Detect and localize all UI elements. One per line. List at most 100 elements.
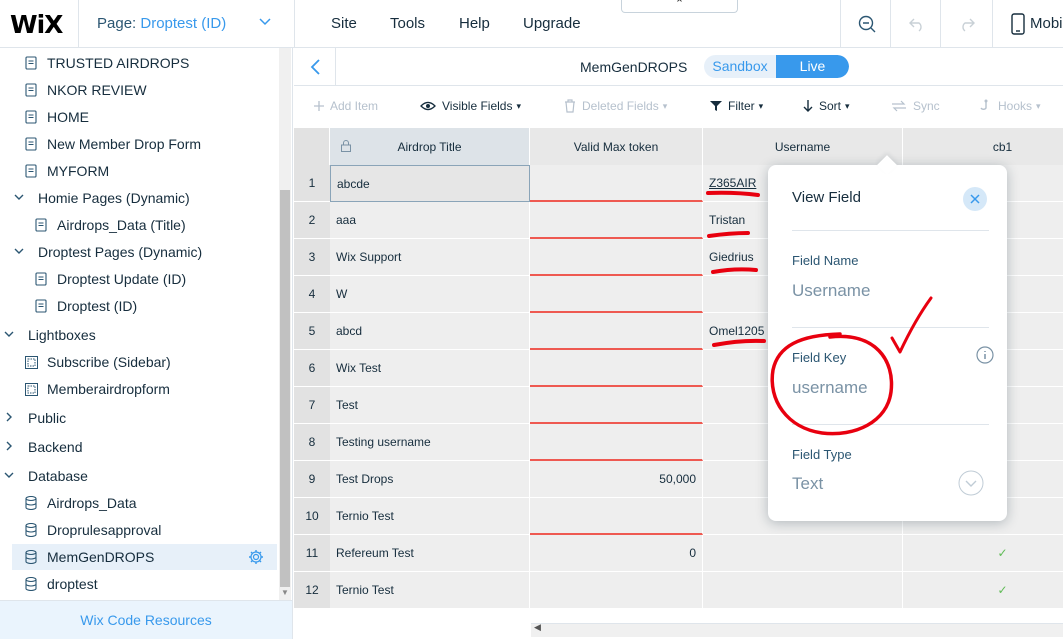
table-cell-token[interactable] — [530, 202, 703, 239]
table-cell-title[interactable]: Ternio Test — [330, 572, 530, 609]
row-number[interactable]: 9 — [294, 461, 330, 498]
row-number[interactable]: 3 — [294, 239, 330, 276]
chevron-down-icon[interactable] — [3, 329, 15, 341]
table-cell-user[interactable] — [703, 572, 903, 609]
table-cell-user[interactable] — [703, 535, 903, 572]
table-cell-token[interactable] — [530, 498, 703, 535]
table-cell-cb[interactable]: ✓ — [903, 572, 1063, 609]
zoom-out-icon[interactable] — [855, 12, 879, 36]
table-cell-cb[interactable]: ✓ — [903, 535, 1063, 572]
sidebar-item-droptest-id[interactable]: Droptest (ID) — [0, 293, 280, 319]
sidebar-item-myform[interactable]: MYFORM — [0, 158, 280, 184]
row-number[interactable]: 2 — [294, 202, 330, 239]
table-cell-token[interactable] — [530, 276, 703, 313]
page-selector[interactable]: Page: Droptest (ID) — [97, 15, 226, 32]
table-cell-title[interactable]: Test — [330, 387, 530, 424]
menu-tools[interactable]: Tools — [390, 15, 425, 32]
live-option[interactable]: Live — [776, 55, 849, 78]
horizontal-scrollbar[interactable]: ◀ — [294, 609, 1063, 639]
table-cell-title[interactable]: aaa — [330, 202, 530, 239]
scroll-left-arrow-icon[interactable]: ◀ — [534, 622, 541, 633]
row-number[interactable]: 11 — [294, 535, 330, 572]
column-header-airdrop-title[interactable]: Airdrop Title — [330, 128, 530, 165]
sidebar-item-droptest-update-id[interactable]: Droptest Update (ID) — [0, 266, 280, 292]
sidebar-item-airdrops-data-title[interactable]: Airdrops_Data (Title) — [0, 212, 280, 238]
info-icon[interactable] — [976, 346, 994, 369]
chevron-right-icon[interactable] — [3, 441, 15, 454]
sidebar-item-new-member-drop-form[interactable]: New Member Drop Form — [0, 131, 280, 157]
table-cell-token[interactable] — [530, 572, 703, 609]
chevron-down-icon[interactable] — [3, 470, 15, 482]
row-number[interactable]: 10 — [294, 498, 330, 535]
sidebar-scroll-thumb[interactable] — [280, 190, 290, 587]
sidebar-item-droptest-pages-dynamic[interactable]: Droptest Pages (Dynamic) — [0, 239, 280, 265]
row-number[interactable]: 5 — [294, 313, 330, 350]
table-cell-token[interactable] — [530, 387, 703, 424]
sidebar-item-subscribe-sidebar[interactable]: Subscribe (Sidebar) — [0, 349, 280, 375]
menu-upgrade[interactable]: Upgrade — [523, 15, 581, 32]
row-number[interactable]: 1 — [294, 165, 330, 202]
sidebar-item-backend[interactable]: Backend — [0, 434, 280, 460]
visible-fields-button[interactable]: Visible Fields ▾ — [420, 99, 521, 113]
table-cell-token[interactable] — [530, 313, 703, 350]
row-number[interactable]: 7 — [294, 387, 330, 424]
add-item-button[interactable]: Add Item — [314, 99, 378, 113]
sidebar-item-home[interactable]: HOME — [0, 104, 280, 130]
mobile-icon[interactable] — [1006, 12, 1030, 36]
sidebar-item-droprulesapproval[interactable]: Droprulesapproval — [0, 517, 280, 543]
row-number[interactable]: 4 — [294, 276, 330, 313]
collapse-topbar-tab[interactable]: ⌃ — [621, 0, 738, 13]
horizontal-scroll-track[interactable] — [531, 623, 1063, 637]
table-cell-title[interactable]: Refereum Test — [330, 535, 530, 572]
gear-icon[interactable] — [248, 549, 264, 568]
table-cell-title[interactable]: Wix Support — [330, 239, 530, 276]
table-cell-token[interactable] — [530, 239, 703, 276]
sidebar-item-nkor-review[interactable]: NKOR REVIEW — [0, 77, 280, 103]
sidebar-item-database[interactable]: Database — [0, 463, 280, 489]
scroll-down-arrow-icon[interactable]: ▼ — [281, 588, 289, 597]
table-cell-token[interactable] — [530, 350, 703, 387]
sidebar-item-memgendrops[interactable]: MemGenDROPS — [12, 544, 277, 570]
sidebar-item-airdrops-data[interactable]: Airdrops_Data — [0, 490, 280, 516]
table-cell-token[interactable]: 50,000 — [530, 461, 703, 498]
sandbox-option[interactable]: Sandbox — [704, 55, 776, 78]
sidebar-item-droptest[interactable]: droptest — [0, 571, 280, 597]
menu-site[interactable]: Site — [331, 15, 357, 32]
chevron-right-icon[interactable] — [3, 412, 15, 425]
sync-button[interactable]: Sync — [891, 99, 940, 113]
mobile-label[interactable]: Mobi — [1030, 15, 1063, 32]
chevron-down-icon[interactable] — [13, 246, 25, 258]
hooks-button[interactable]: Hooks ▾ — [980, 99, 1041, 113]
redo-icon[interactable] — [955, 12, 979, 36]
sidebar-item-public[interactable]: Public — [0, 405, 280, 431]
close-button[interactable] — [963, 187, 987, 211]
wix-logo[interactable]: WiX — [10, 10, 63, 39]
row-number[interactable]: 8 — [294, 424, 330, 461]
table-cell-title[interactable]: W — [330, 276, 530, 313]
column-header-cb1[interactable]: cb1 — [903, 128, 1063, 165]
sidebar-item-memberairdropform[interactable]: Memberairdropform — [0, 376, 280, 402]
table-cell-token[interactable]: 0 — [530, 535, 703, 572]
sort-button[interactable]: Sort ▾ — [803, 99, 850, 113]
menu-help[interactable]: Help — [459, 15, 490, 32]
sidebar-item-lightboxes[interactable]: Lightboxes — [0, 322, 280, 348]
field-type-dropdown-icon[interactable] — [958, 470, 984, 501]
row-number[interactable]: 12 — [294, 572, 330, 609]
chevron-down-icon[interactable] — [258, 14, 272, 32]
chevron-down-icon[interactable] — [13, 192, 25, 204]
table-cell-title[interactable]: Wix Test — [330, 350, 530, 387]
undo-icon[interactable] — [905, 12, 929, 36]
sidebar-item-homie-pages-dynamic[interactable]: Homie Pages (Dynamic) — [0, 185, 280, 211]
table-cell-title[interactable]: abcde — [330, 165, 530, 202]
table-cell-title[interactable]: Test Drops — [330, 461, 530, 498]
row-number[interactable]: 6 — [294, 350, 330, 387]
back-button[interactable] — [294, 48, 336, 86]
deleted-fields-button[interactable]: Deleted Fields ▾ — [564, 99, 667, 113]
table-cell-title[interactable]: Testing username — [330, 424, 530, 461]
sidebar-item-trusted-airdrops[interactable]: TRUSTED AIRDROPS — [0, 50, 280, 76]
sandbox-live-toggle[interactable]: Sandbox Live — [704, 55, 849, 78]
column-header-username[interactable]: Username — [703, 128, 903, 165]
table-cell-title[interactable]: Ternio Test — [330, 498, 530, 535]
wix-code-resources-link[interactable]: Wix Code Resources — [0, 600, 292, 639]
filter-button[interactable]: Filter ▾ — [710, 99, 763, 113]
